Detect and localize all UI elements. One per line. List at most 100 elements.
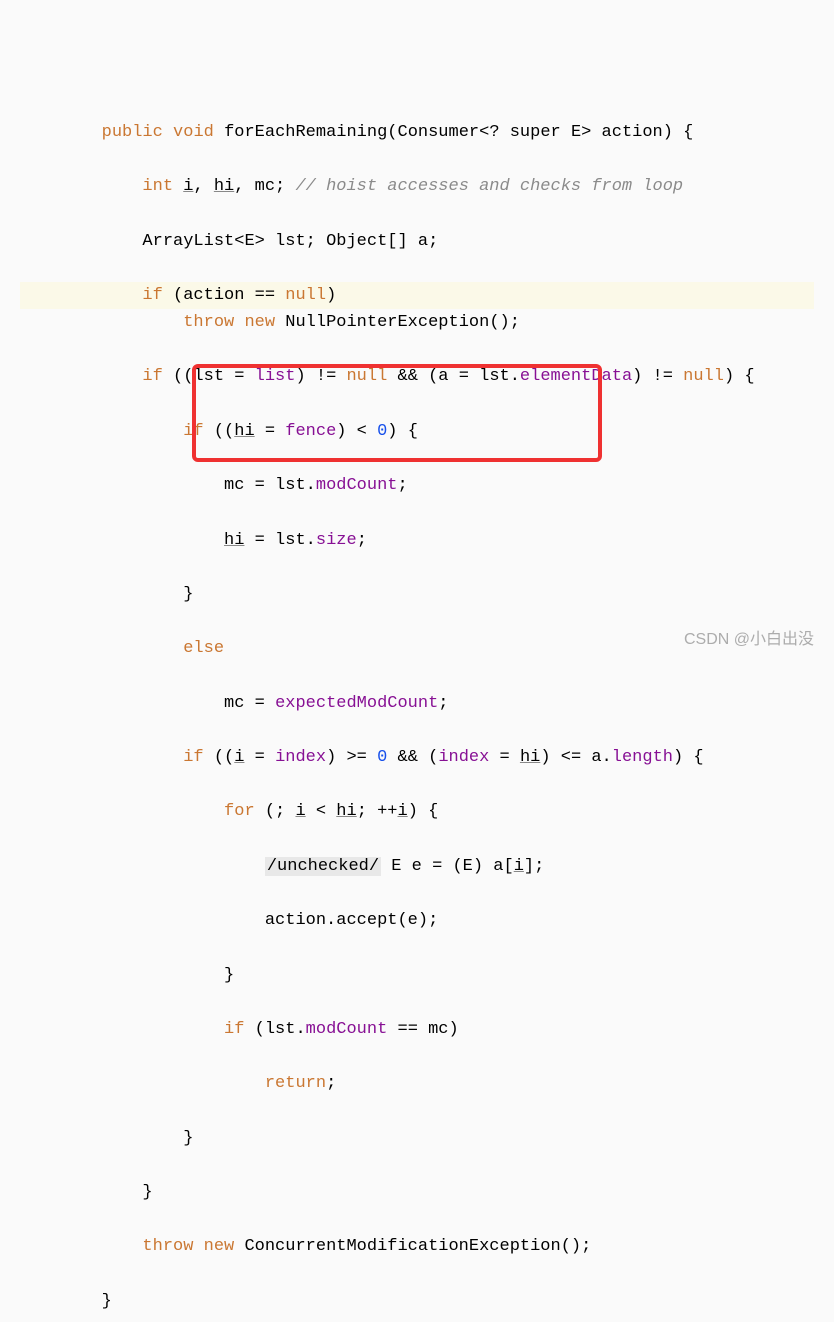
generic: <? super E> <box>479 123 591 142</box>
type-npe: NullPointerException <box>275 313 489 332</box>
field-elementdata: elementData <box>520 367 632 386</box>
paren-close: ) <box>663 123 673 142</box>
p3: ) >= <box>326 748 377 767</box>
code-line-14: for (; i < hi; ++i) { <box>20 798 814 825</box>
keyword-public: public <box>102 123 163 142</box>
keyword-for: for <box>224 802 255 821</box>
code-line-10: } <box>20 581 814 608</box>
brace: } <box>183 1129 193 1148</box>
keyword-else: else <box>183 639 224 658</box>
p1: E e = (E) a[ <box>381 857 514 876</box>
type-arraylist: ArrayList <box>142 232 234 251</box>
p2: ; <box>357 531 367 550</box>
field-list: list <box>255 367 296 386</box>
var-hi: hi <box>234 422 254 441</box>
close: ) { <box>387 422 418 441</box>
call-accept: accept <box>336 911 397 930</box>
p1: (lst. <box>244 1020 305 1039</box>
code-line-17: } <box>20 962 814 989</box>
p2: ) != <box>295 367 346 386</box>
p2: ]; <box>524 857 544 876</box>
p1: mc = lst. <box>224 476 316 495</box>
brace: { <box>673 123 693 142</box>
field-modcount: modCount <box>316 476 398 495</box>
p4: ) != <box>632 367 683 386</box>
brace: } <box>142 1183 152 1202</box>
p3: ) < <box>336 422 377 441</box>
code-line-4: if (action == null) <box>20 282 814 309</box>
var-hi: hi <box>224 531 244 550</box>
p1: action. <box>265 911 336 930</box>
p2: = <box>244 748 275 767</box>
code-line-23: } <box>20 1288 814 1315</box>
field-size: size <box>316 531 357 550</box>
annotation-unchecked: /unchecked/ <box>265 857 381 876</box>
code-line-12: mc = expectedModCount; <box>20 690 814 717</box>
var-i: i <box>514 857 524 876</box>
var-hi: hi <box>336 802 356 821</box>
code-line-3: ArrayList<E> lst; Object[] a; <box>20 228 814 255</box>
code-line-5: throw new NullPointerException(); <box>20 309 814 336</box>
p5: = <box>489 748 520 767</box>
brace: } <box>224 966 234 985</box>
comment: // hoist accesses and checks from loop <box>285 177 683 196</box>
p2: = <box>255 422 286 441</box>
code-line-1: public void forEachRemaining(Consumer<? … <box>20 119 814 146</box>
p3: ; ++ <box>357 802 398 821</box>
code-line-2: int i, hi, mc; // hoist accesses and che… <box>20 173 814 200</box>
code-line-18: if (lst.modCount == mc) <box>20 1016 814 1043</box>
type-consumer: Consumer <box>398 123 480 142</box>
code-line-20: } <box>20 1125 814 1152</box>
p1: mc = <box>224 694 275 713</box>
keyword-null: null <box>285 286 326 305</box>
field-expectedmodcount: expectedModCount <box>275 694 438 713</box>
code-line-7: if ((hi = fence) < 0) { <box>20 418 814 445</box>
var-i: i <box>398 802 408 821</box>
var-lst: lst; <box>265 232 316 251</box>
code-line-8: mc = lst.modCount; <box>20 472 814 499</box>
code-line-22: throw new ConcurrentModificationExceptio… <box>20 1233 814 1260</box>
p1: (( <box>204 422 235 441</box>
field-modcount: modCount <box>306 1020 388 1039</box>
p4: && ( <box>387 748 438 767</box>
close: ) { <box>724 367 755 386</box>
cond: (action == <box>163 286 285 305</box>
p1: = lst. <box>244 531 315 550</box>
p1: (; <box>255 802 296 821</box>
code-line-19: return; <box>20 1070 814 1097</box>
p3: && (a = lst. <box>387 367 520 386</box>
p2: ; <box>398 476 408 495</box>
keyword-if: if <box>224 1020 244 1039</box>
num-0: 0 <box>377 748 387 767</box>
keyword-return: return <box>265 1074 326 1093</box>
field-index: index <box>438 748 489 767</box>
var-i: i <box>234 748 244 767</box>
p2: (e); <box>397 911 438 930</box>
keyword-throw: throw <box>183 313 234 332</box>
var-hi: hi <box>520 748 540 767</box>
p2: < <box>306 802 337 821</box>
watermark: CSDN @小白出没 <box>684 627 814 653</box>
code-line-16: action.accept(e); <box>20 907 814 934</box>
p2: == mc) <box>387 1020 458 1039</box>
num-0: 0 <box>377 422 387 441</box>
code-line-6: if ((lst = list) != null && (a = lst.ele… <box>20 363 814 390</box>
field-length: length <box>612 748 673 767</box>
close: ) <box>326 286 336 305</box>
call: (); <box>561 1237 592 1256</box>
code-line-15: /unchecked/ E e = (E) a[i]; <box>20 853 814 880</box>
type-cme: ConcurrentModificationException <box>234 1237 560 1256</box>
keyword-new: new <box>244 313 275 332</box>
keyword-null: null <box>683 367 724 386</box>
p: ; <box>326 1074 336 1093</box>
keyword-if: if <box>183 748 203 767</box>
keyword-null: null <box>346 367 387 386</box>
method-name: forEachRemaining <box>224 123 387 142</box>
code-line-9: hi = lst.size; <box>20 527 814 554</box>
keyword-new: new <box>204 1237 235 1256</box>
var-i: i <box>295 802 305 821</box>
param: action <box>591 123 662 142</box>
brace: } <box>102 1292 112 1311</box>
p2: ; <box>438 694 448 713</box>
type-object: Object[] <box>316 232 408 251</box>
